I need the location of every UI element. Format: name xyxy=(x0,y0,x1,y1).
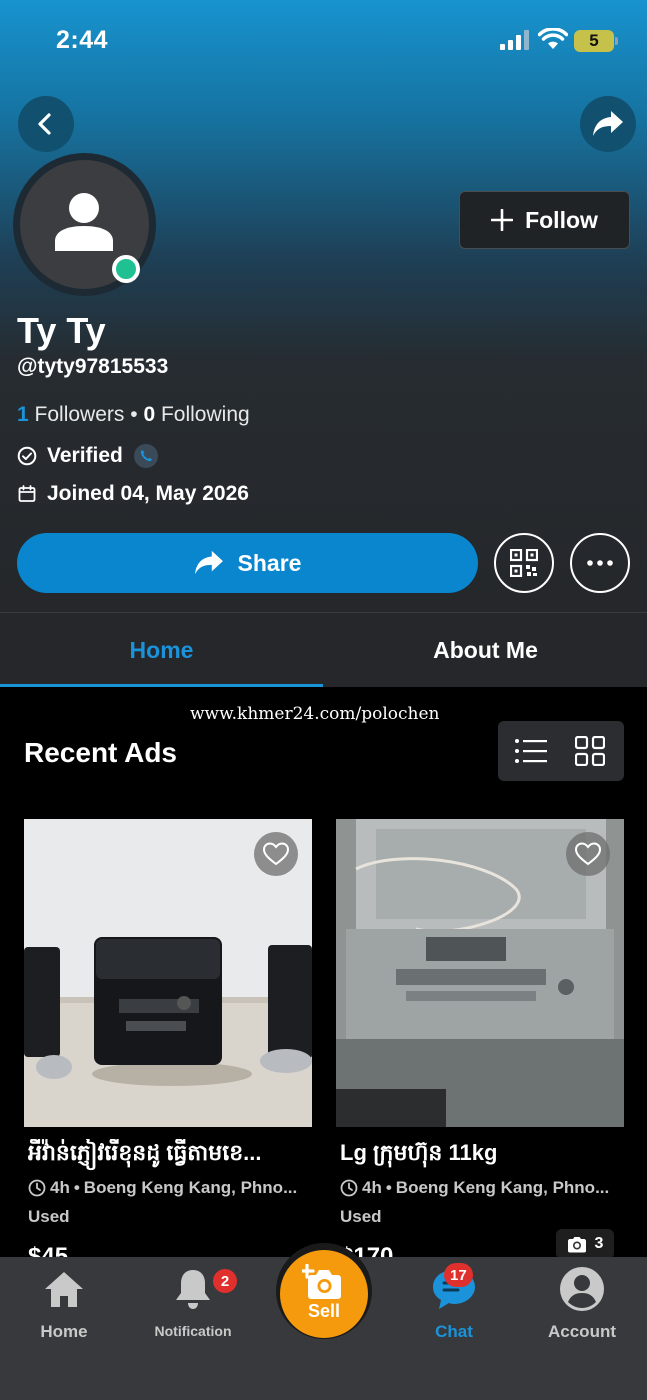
share-arrow-icon xyxy=(593,111,623,136)
listing-meta: 4h • Boeng Keng Kang, Phno... xyxy=(28,1178,312,1198)
nav-chat-label: Chat xyxy=(435,1322,473,1341)
share-arrow-icon xyxy=(194,550,223,575)
person-icon xyxy=(55,193,113,251)
more-dots-icon xyxy=(587,560,613,566)
more-options-button[interactable] xyxy=(570,533,630,593)
chevron-left-icon xyxy=(38,113,51,135)
status-time: 2:44 xyxy=(56,26,109,54)
account-icon xyxy=(560,1267,604,1311)
profile-tabs: Home About Me xyxy=(0,612,647,687)
profile-handle: @tyty97815533 xyxy=(17,355,169,378)
online-status-dot xyxy=(112,255,140,283)
listing-title: Lg ក្រុមហ៊ុន 11kg xyxy=(340,1140,498,1165)
photo-count: 3 xyxy=(594,1235,604,1252)
nav-account-label: Account xyxy=(548,1322,616,1341)
tab-about-me[interactable]: About Me xyxy=(324,613,647,687)
verified-row: Verified xyxy=(17,443,159,469)
follow-stats: 1 Followers • 0 Following xyxy=(17,403,250,427)
home-icon xyxy=(45,1272,83,1307)
meta-separator: • xyxy=(73,1178,80,1197)
nav-notification-label: Notification xyxy=(154,1323,232,1339)
photo-count-badge: 3 xyxy=(556,1229,614,1259)
sell-label: Sell xyxy=(307,1301,341,1321)
clock-icon xyxy=(28,1179,46,1197)
tab-home-label: Home xyxy=(129,636,194,663)
status-bar: 2:44 5 xyxy=(0,0,647,80)
signal-icon xyxy=(500,30,529,50)
profile-name: Ty Ty xyxy=(17,310,106,351)
clock-icon xyxy=(340,1179,358,1197)
add-photo-icon xyxy=(302,1264,341,1299)
meta-separator: • xyxy=(385,1178,392,1197)
listing-location: Boeng Keng Kang, Phno... xyxy=(395,1178,610,1197)
section-title: Recent Ads xyxy=(24,737,178,768)
favorite-button[interactable] xyxy=(566,832,610,876)
follow-button[interactable]: Follow xyxy=(459,191,630,249)
camera-icon xyxy=(567,1236,586,1252)
listing-card[interactable]: អីវ៉ាន់ភ្ញៀវរើខុនដូ ធ្វើតាមខេ... 4h • Bo… xyxy=(24,819,312,1270)
joined-row: Joined 04, May 2026 xyxy=(17,481,249,507)
list-view-icon[interactable] xyxy=(514,737,548,765)
listing-location: Boeng Keng Kang, Phno... xyxy=(83,1178,298,1197)
favorite-button[interactable] xyxy=(254,832,298,876)
share-button[interactable]: Share xyxy=(17,533,478,593)
battery-level: 5 xyxy=(589,31,599,50)
bell-icon xyxy=(176,1270,210,1309)
qr-code-button[interactable] xyxy=(494,533,554,593)
phone-verified-icon xyxy=(133,444,158,468)
heart-icon xyxy=(263,842,289,866)
check-circle-icon xyxy=(17,446,37,466)
following-label[interactable]: Following xyxy=(161,403,250,426)
joined-label: Joined 04, May 2026 xyxy=(47,482,249,505)
wifi-icon xyxy=(538,28,568,49)
listing-title: អីវ៉ាន់ភ្ញៀវរើខុនដូ ធ្វើតាមខេ... xyxy=(28,1140,262,1165)
calendar-icon xyxy=(18,485,36,502)
watermark: www.khmer24.com/polochen xyxy=(190,704,440,724)
battery-icon: 5 xyxy=(574,30,618,52)
tab-about-me-label: About Me xyxy=(433,636,538,663)
heart-icon xyxy=(575,842,601,866)
listing-time: 4h xyxy=(50,1178,70,1197)
listing-condition: Used xyxy=(340,1207,382,1226)
view-mode-toggle xyxy=(498,721,624,781)
followers-count[interactable]: 1 xyxy=(17,403,29,426)
tab-home[interactable]: Home xyxy=(0,613,323,687)
profile-header xyxy=(0,0,647,612)
listing-card[interactable]: 3 Lg ក្រុមហ៊ុន 11kg 4h • Boeng Keng Kang… xyxy=(336,819,624,1270)
share-profile-button[interactable] xyxy=(580,96,636,152)
listing-time: 4h xyxy=(362,1178,382,1197)
following-count[interactable]: 0 xyxy=(143,403,155,426)
active-tab-indicator xyxy=(0,684,323,687)
verified-label: Verified xyxy=(47,444,123,467)
listing-condition: Used xyxy=(28,1207,70,1226)
qr-code-icon xyxy=(510,549,538,577)
followers-label[interactable]: Followers xyxy=(35,403,125,426)
sell-button[interactable]: Sell xyxy=(280,1250,368,1338)
plus-icon xyxy=(491,209,514,231)
back-button[interactable] xyxy=(18,96,74,152)
grid-view-icon[interactable] xyxy=(575,736,605,766)
stats-separator: • xyxy=(130,403,138,426)
notification-badge: 2 xyxy=(213,1269,237,1293)
listing-meta: 4h • Boeng Keng Kang, Phno... xyxy=(340,1178,624,1198)
nav-home-label: Home xyxy=(40,1322,88,1341)
follow-label: Follow xyxy=(525,206,598,233)
share-label: Share xyxy=(237,549,302,576)
chat-badge: 17 xyxy=(444,1263,473,1287)
